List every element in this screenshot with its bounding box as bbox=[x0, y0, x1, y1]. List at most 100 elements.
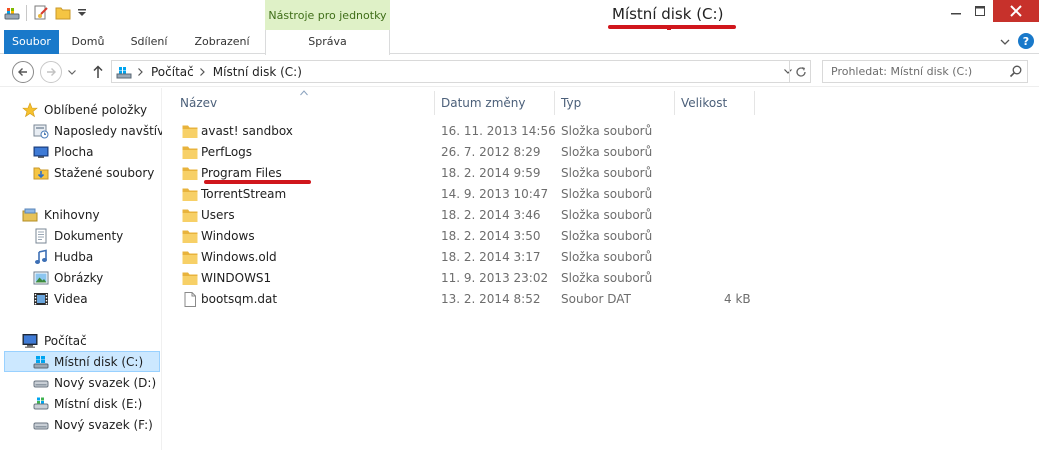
sidebar-item-recent-places[interactable]: Naposledy navštívené bbox=[0, 120, 162, 141]
sidebar-item-volume-d[interactable]: Nový svazek (D:) bbox=[0, 372, 162, 393]
breadcrumb-chevron-icon[interactable] bbox=[138, 67, 143, 76]
file-name: PerfLogs bbox=[201, 145, 253, 159]
refresh-button[interactable] bbox=[789, 61, 811, 82]
file-date: 18. 2. 2014 3:17 bbox=[441, 250, 541, 264]
sidebar-item-volume-f[interactable]: Nový svazek (F:) bbox=[0, 414, 162, 435]
forward-button[interactable] bbox=[40, 61, 62, 83]
tab-file[interactable]: Soubor bbox=[4, 30, 59, 54]
sidebar-item-label: Obrázky bbox=[54, 270, 104, 285]
sidebar-item-documents[interactable]: Dokumenty bbox=[0, 225, 162, 246]
music-icon bbox=[33, 249, 49, 265]
sidebar-item-label: Dokumenty bbox=[54, 228, 124, 243]
new-folder-icon[interactable] bbox=[55, 5, 71, 21]
tab-home[interactable]: Domů bbox=[62, 30, 114, 54]
file-date: 26. 7. 2012 8:29 bbox=[441, 145, 541, 159]
sidebar-item-videos[interactable]: Videa bbox=[0, 288, 162, 309]
breadcrumb-computer[interactable]: Počítač bbox=[151, 65, 194, 79]
table-row[interactable]: Users 18. 2. 2014 3:46 Složka souborů bbox=[179, 205, 759, 226]
breadcrumb-local-disk[interactable]: Místní disk (C:) bbox=[213, 65, 302, 79]
breadcrumb-chevron-icon[interactable] bbox=[199, 67, 205, 76]
file-date: 18. 2. 2014 3:50 bbox=[441, 229, 541, 243]
close-icon bbox=[1010, 5, 1022, 17]
column-divider[interactable] bbox=[754, 91, 755, 115]
minimize-button[interactable] bbox=[943, 0, 969, 22]
arrow-left-icon bbox=[18, 68, 27, 76]
folder-icon bbox=[182, 251, 198, 264]
close-button[interactable] bbox=[993, 0, 1039, 22]
column-divider[interactable] bbox=[434, 91, 435, 115]
sidebar-item-label: Oblíbené položky bbox=[44, 102, 148, 117]
file-size: 4 kB bbox=[724, 292, 751, 306]
column-divider[interactable] bbox=[674, 91, 675, 115]
help-button[interactable]: ? bbox=[1018, 33, 1034, 49]
tab-share[interactable]: Sdílení bbox=[120, 30, 178, 54]
sidebar-item-downloads[interactable]: Stažené soubory bbox=[0, 162, 162, 183]
sidebar-group-favorites[interactable]: Oblíbené položky bbox=[0, 99, 162, 120]
sidebar-item-desktop[interactable]: Plocha bbox=[0, 141, 162, 162]
file-name: WINDOWS1 bbox=[201, 271, 272, 285]
annotation-underline bbox=[608, 25, 736, 29]
sidebar-item-pictures[interactable]: Obrázky bbox=[0, 267, 162, 288]
file-date: 18. 2. 2014 9:59 bbox=[441, 166, 541, 180]
column-header-date[interactable]: Datum změny bbox=[441, 91, 526, 115]
table-row[interactable]: TorrentStream 14. 9. 2013 10:47 Složka s… bbox=[179, 184, 759, 205]
recent-places-icon bbox=[33, 123, 49, 139]
sidebar-item-local-disk-c[interactable]: Místní disk (C:) bbox=[4, 351, 160, 372]
file-list: Název Datum změny Typ Velikost avast! sa… bbox=[163, 88, 1039, 450]
address-bar[interactable]: Počítač Místní disk (C:) bbox=[111, 60, 811, 83]
properties-icon[interactable] bbox=[33, 5, 49, 21]
drive-icon[interactable] bbox=[4, 5, 20, 21]
file-type: Složka souborů bbox=[561, 271, 653, 285]
back-button[interactable] bbox=[12, 61, 34, 83]
drive-tools-context-header: Nástroje pro jednotky bbox=[265, 0, 390, 30]
arrow-right-icon bbox=[47, 68, 56, 76]
sidebar-item-label: Místní disk (E:) bbox=[54, 396, 143, 411]
sidebar-item-label: Místní disk (C:) bbox=[54, 354, 144, 369]
chevron-down-icon[interactable] bbox=[77, 5, 87, 21]
file-date: 13. 2. 2014 8:52 bbox=[441, 292, 541, 306]
sort-ascending-icon bbox=[300, 90, 308, 96]
search-input[interactable] bbox=[831, 61, 1011, 82]
documents-icon bbox=[33, 228, 49, 244]
tab-view[interactable]: Zobrazení bbox=[183, 30, 261, 54]
ribbon-expand-button[interactable] bbox=[997, 32, 1013, 52]
drive-icon bbox=[33, 417, 49, 433]
file-name: avast! sandbox bbox=[201, 124, 293, 138]
chevron-down-icon bbox=[68, 69, 76, 75]
column-header-size[interactable]: Velikost bbox=[681, 91, 727, 115]
library-icon bbox=[22, 207, 38, 223]
sidebar-group-libraries[interactable]: Knihovny bbox=[0, 204, 162, 225]
table-row[interactable]: PerfLogs 26. 7. 2012 8:29 Složka souborů bbox=[179, 142, 759, 163]
chevron-down-icon bbox=[1000, 39, 1010, 45]
sidebar-item-local-disk-e[interactable]: Místní disk (E:) bbox=[0, 393, 162, 414]
table-row[interactable]: avast! sandbox 16. 11. 2013 14:56 Složka… bbox=[179, 121, 759, 142]
annotation-underline bbox=[204, 180, 311, 184]
sidebar-item-label: Nový svazek (D:) bbox=[54, 375, 157, 390]
tab-manage[interactable]: Správa bbox=[265, 30, 390, 55]
column-header-name[interactable]: Název bbox=[180, 91, 217, 115]
file-date: 11. 9. 2013 23:02 bbox=[441, 271, 549, 285]
arrow-up-icon bbox=[93, 65, 103, 78]
table-row[interactable]: Windows 18. 2. 2014 3:50 Složka souborů bbox=[179, 226, 759, 247]
table-row[interactable]: WINDOWS1 11. 9. 2013 23:02 Složka soubor… bbox=[179, 268, 759, 289]
sidebar-item-music[interactable]: Hudba bbox=[0, 246, 162, 267]
computer-icon bbox=[22, 333, 38, 349]
column-header-type[interactable]: Typ bbox=[561, 91, 581, 115]
table-row[interactable]: bootsqm.dat 13. 2. 2014 8:52 Soubor DAT … bbox=[179, 289, 759, 310]
computer-icon bbox=[116, 64, 132, 80]
sidebar-item-label: Počítač bbox=[44, 333, 87, 348]
search-icon[interactable] bbox=[1009, 64, 1023, 78]
sidebar-group-computer[interactable]: Počítač bbox=[0, 330, 162, 351]
maximize-button[interactable] bbox=[969, 0, 991, 22]
up-button[interactable] bbox=[88, 62, 108, 82]
toolbar-separator bbox=[26, 5, 27, 21]
search-box[interactable] bbox=[822, 60, 1028, 83]
column-divider[interactable] bbox=[554, 91, 555, 115]
file-type: Složka souborů bbox=[561, 124, 653, 138]
table-row[interactable]: Windows.old 18. 2. 2014 3:17 Složka soub… bbox=[179, 247, 759, 268]
drive-icon bbox=[33, 375, 49, 391]
recent-locations-button[interactable] bbox=[66, 65, 78, 79]
file-icon bbox=[184, 292, 196, 307]
file-type: Složka souborů bbox=[561, 250, 653, 264]
sidebar-item-label: Plocha bbox=[54, 144, 94, 159]
